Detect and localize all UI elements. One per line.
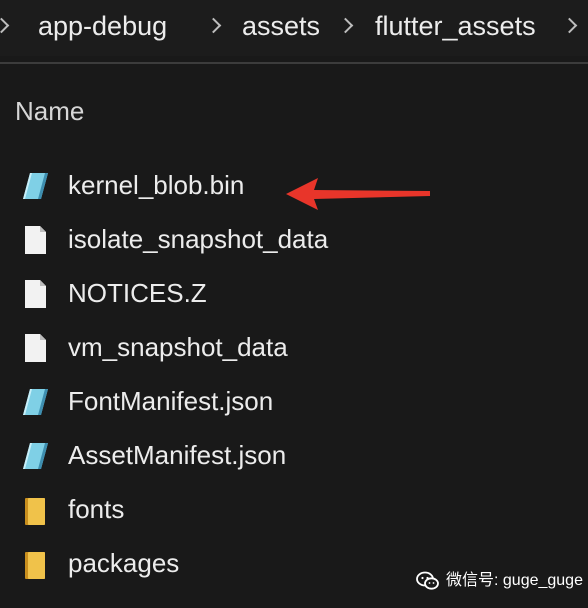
breadcrumb-item-flutter-assets[interactable]: flutter_assets bbox=[375, 8, 536, 44]
chevron-right-icon[interactable] bbox=[337, 17, 354, 34]
file-row-notices-z[interactable]: NOTICES.Z bbox=[0, 268, 588, 318]
file-name: isolate_snapshot_data bbox=[68, 224, 329, 254]
address-breadcrumb: app-debug assets flutter_assets bbox=[0, 0, 588, 56]
blue-file-icon bbox=[18, 169, 52, 203]
folder-icon bbox=[18, 547, 52, 581]
generic-file-icon bbox=[18, 223, 52, 257]
breadcrumb-item-app-debug[interactable]: app-debug bbox=[38, 8, 167, 44]
watermark-text: 微信号: guge_guge bbox=[446, 572, 583, 589]
toolbar-divider bbox=[0, 62, 588, 64]
wechat-watermark: 微信号: guge_guge bbox=[416, 566, 584, 596]
folder-row-fonts[interactable]: fonts bbox=[0, 484, 588, 534]
wechat-icon bbox=[416, 569, 440, 593]
blue-file-icon bbox=[18, 385, 52, 419]
file-name: AssetManifest.json bbox=[68, 440, 287, 470]
file-name: kernel_blob.bin bbox=[68, 170, 245, 200]
file-name: NOTICES.Z bbox=[68, 278, 207, 308]
generic-file-icon bbox=[18, 331, 52, 365]
blue-file-icon bbox=[18, 439, 52, 473]
file-row-isolate-snapshot-data[interactable]: isolate_snapshot_data bbox=[0, 214, 588, 264]
generic-file-icon bbox=[18, 277, 52, 311]
chevron-right-icon[interactable] bbox=[0, 17, 10, 34]
folder-name: fonts bbox=[68, 494, 125, 524]
file-name: vm_snapshot_data bbox=[68, 332, 288, 362]
red-arrow-annotation bbox=[286, 178, 430, 210]
column-header-name[interactable]: Name bbox=[15, 94, 84, 128]
file-name: FontManifest.json bbox=[68, 386, 274, 416]
folder-icon bbox=[18, 493, 52, 527]
file-row-font-manifest[interactable]: FontManifest.json bbox=[0, 376, 588, 426]
file-row-vm-snapshot-data[interactable]: vm_snapshot_data bbox=[0, 322, 588, 372]
chevron-right-icon[interactable] bbox=[561, 17, 578, 34]
breadcrumb-item-assets[interactable]: assets bbox=[242, 8, 320, 44]
chevron-right-icon[interactable] bbox=[205, 17, 222, 34]
folder-name: packages bbox=[68, 548, 180, 578]
file-row-asset-manifest[interactable]: AssetManifest.json bbox=[0, 430, 588, 480]
